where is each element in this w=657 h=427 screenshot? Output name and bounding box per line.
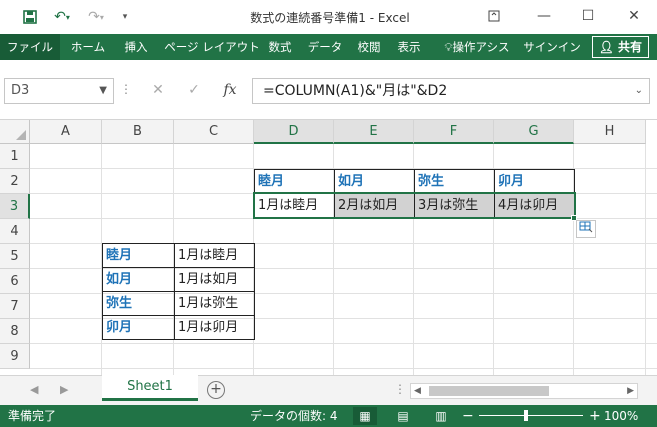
formula-bar-area: D3 ▼ ⋮ ✕ ✓ fx =COLUMN(A1)&"月は"&D2 ⌄: [0, 60, 657, 120]
row-header-4[interactable]: 4: [0, 219, 30, 244]
redo-icon[interactable]: ↷ ▾: [84, 7, 108, 27]
sheet-tabs-bar: ◀ ▶ Sheet1 + ⋮ ◀ ▶: [0, 375, 657, 405]
quick-analysis-button[interactable]: [576, 220, 596, 238]
tab-insert[interactable]: 挿入: [116, 34, 156, 60]
zoom-out-button[interactable]: −: [462, 405, 474, 427]
add-sheet-button[interactable]: +: [207, 381, 225, 399]
horizontal-scrollbar[interactable]: ◀ ▶: [410, 383, 638, 399]
chevron-down-icon[interactable]: ⌄: [635, 79, 643, 103]
minimize-icon[interactable]: —: [524, 0, 564, 32]
column-header-b[interactable]: B: [102, 120, 174, 144]
save-icon[interactable]: [20, 7, 40, 27]
tab-formulas[interactable]: 数式: [264, 34, 296, 60]
share-button[interactable]: 👤︎ 共有: [591, 36, 649, 58]
gridline-horizontal: [30, 368, 657, 369]
zoom-level[interactable]: 100%: [604, 405, 638, 427]
formula-input[interactable]: =COLUMN(A1)&"月は"&D2 ⌄: [252, 78, 650, 104]
sign-in-link[interactable]: サインイン: [522, 34, 582, 60]
row-header-3[interactable]: 3: [0, 194, 30, 219]
column-header-g[interactable]: G: [494, 120, 574, 144]
tab-data[interactable]: データ: [304, 34, 346, 60]
row-header-8[interactable]: 8: [0, 319, 30, 344]
person-icon: 👤︎: [598, 40, 614, 54]
cell-b7[interactable]: 弥生: [102, 291, 175, 316]
undo-icon[interactable]: ↶ ▾: [50, 7, 74, 27]
tab-view[interactable]: 表示: [392, 34, 426, 60]
tab-page-layout[interactable]: ページ レイアウト: [160, 34, 264, 60]
gridline-horizontal: [30, 218, 657, 219]
column-header-e[interactable]: E: [334, 120, 414, 144]
gridline-vertical: [645, 144, 646, 375]
row-header-2[interactable]: 2: [0, 169, 30, 194]
zoom-in-button[interactable]: +: [589, 405, 601, 427]
maximize-icon[interactable]: ☐: [568, 0, 608, 32]
status-ready: 準備完了: [8, 409, 57, 423]
customize-quick-access-icon[interactable]: ▾: [118, 7, 132, 27]
cell-c7[interactable]: 1月は弥生: [174, 291, 255, 316]
select-all-button[interactable]: [0, 120, 30, 144]
formula-buttons: ✕ ✓ fx: [136, 78, 248, 104]
cell-f3[interactable]: 3月は弥生: [414, 193, 495, 218]
status-bar: 準備完了 データの個数: 4 ▦ ▤ ▥ − + 100%: [0, 405, 657, 427]
row-header-5[interactable]: 5: [0, 244, 30, 269]
column-header-d[interactable]: D: [254, 120, 334, 144]
cell-d2[interactable]: 睦月: [254, 169, 335, 194]
prev-sheet-icon[interactable]: ◀: [30, 383, 38, 396]
spreadsheet-grid[interactable]: A B C D E F G H 1 2 3 4 5 6 7 8 9 睦月 如月 …: [0, 120, 657, 375]
scroll-right-icon[interactable]: ▶: [627, 384, 634, 398]
zoom-slider-thumb[interactable]: [524, 410, 528, 421]
ribbon-display-options-icon[interactable]: [474, 0, 514, 32]
tab-tell-me[interactable]: 💡︎操作アシス: [432, 34, 522, 60]
page-break-view-icon[interactable]: ▥: [429, 407, 453, 425]
name-box[interactable]: D3 ▼: [4, 78, 114, 104]
column-header-a[interactable]: A: [30, 120, 102, 144]
tab-home[interactable]: ホーム: [66, 34, 110, 60]
lightbulb-icon: 💡︎: [444, 40, 453, 54]
zoom-slider[interactable]: [479, 415, 583, 416]
cell-g2[interactable]: 卯月: [494, 169, 575, 194]
cell-c8[interactable]: 1月は卯月: [174, 315, 255, 340]
cell-d3[interactable]: 1月は睦月: [254, 193, 335, 218]
enter-icon[interactable]: ✓: [184, 82, 204, 98]
more-icon[interactable]: ⋮: [120, 82, 132, 96]
normal-view-icon[interactable]: ▦: [353, 407, 377, 425]
cell-g3[interactable]: 4月は卯月: [494, 193, 575, 218]
ribbon-tabs: ファイル ホーム 挿入 ページ レイアウト 数式 データ 校閲 表示 💡︎操作ア…: [0, 34, 657, 60]
scroll-thumb[interactable]: [429, 386, 549, 396]
tab-review[interactable]: 校閲: [352, 34, 386, 60]
next-sheet-icon[interactable]: ▶: [60, 383, 68, 396]
column-header-c[interactable]: C: [174, 120, 254, 144]
row-header-1[interactable]: 1: [0, 144, 30, 169]
window-title: 数式の連続番号準備1 - Excel: [250, 11, 410, 25]
status-count: データの個数: 4: [250, 409, 338, 423]
sheet-tab-sheet1[interactable]: Sheet1: [102, 375, 198, 401]
quick-analysis-icon: [579, 221, 593, 233]
row-header-7[interactable]: 7: [0, 294, 30, 319]
cell-e3[interactable]: 2月は如月: [334, 193, 415, 218]
gridline-horizontal: [30, 343, 657, 344]
row-header-9[interactable]: 9: [0, 344, 30, 369]
close-icon[interactable]: ✕: [614, 0, 654, 32]
cell-c6[interactable]: 1月は如月: [174, 267, 255, 292]
title-bar: ↶ ▾ ↷ ▾ ▾ 数式の連続番号準備1 - Excel — ☐ ✕: [0, 0, 657, 34]
cancel-icon[interactable]: ✕: [148, 82, 168, 98]
cell-c5[interactable]: 1月は睦月: [174, 243, 255, 268]
cell-b6[interactable]: 如月: [102, 267, 175, 292]
insert-function-icon[interactable]: fx: [220, 82, 240, 98]
cell-b8[interactable]: 卯月: [102, 315, 175, 340]
page-layout-view-icon[interactable]: ▤: [391, 407, 415, 425]
scroll-left-icon[interactable]: ◀: [414, 384, 421, 398]
tab-file[interactable]: ファイル: [0, 34, 60, 60]
chevron-down-icon[interactable]: ▼: [99, 79, 107, 103]
cell-f2[interactable]: 弥生: [414, 169, 495, 194]
row-header-6[interactable]: 6: [0, 269, 30, 294]
column-header-h[interactable]: H: [574, 120, 646, 144]
more-icon[interactable]: ⋮: [394, 382, 406, 396]
cell-e2[interactable]: 如月: [334, 169, 415, 194]
cell-b5[interactable]: 睦月: [102, 243, 175, 268]
column-header-f[interactable]: F: [414, 120, 494, 144]
